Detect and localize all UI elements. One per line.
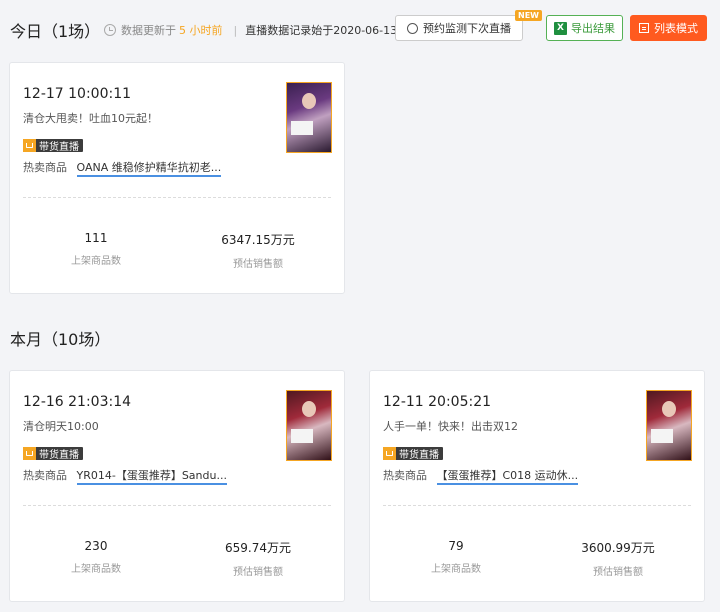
export-label: 导出结果 <box>571 22 615 35</box>
sales-stat: 659.74万元 预估销售额 <box>178 539 338 578</box>
info-separator: | <box>233 23 238 37</box>
goods-count-label: 上架商品数 <box>71 564 121 575</box>
hot-product-row: 热卖商品 YR014-【蛋蛋推荐】Sandu... <box>23 467 227 485</box>
list-label: 列表模式 <box>654 22 698 35</box>
hot-product-row: 热卖商品 【蛋蛋推荐】C018 运动休... <box>383 467 579 485</box>
sales-stat: 6347.15万元 预估销售额 <box>178 231 338 270</box>
live-type-tag: 带货直播 <box>383 447 443 461</box>
goods-count-stat: 79 上架商品数 <box>376 539 536 575</box>
sales-stat: 3600.99万元 预估销售额 <box>538 539 698 578</box>
goods-count-value: 230 <box>84 539 108 553</box>
live-card[interactable]: 12-16 21:03:14 清仓明天10:00 带货直播 热卖商品 YR014… <box>9 370 345 602</box>
update-prefix: 数据更新于 <box>121 24 176 37</box>
list-mode-button[interactable]: 列表模式 <box>630 15 707 41</box>
sales-label: 预估销售额 <box>233 567 283 578</box>
live-type-tag: 带货直播 <box>23 139 83 153</box>
live-subtitle: 人手一单！快来！出击双12 <box>383 420 518 433</box>
toolbar: 数据更新于 5 小时前 | 直播数据记录始于2020-06-13 预约监测下次直… <box>0 10 720 42</box>
export-button[interactable]: X 导出结果 <box>546 15 623 41</box>
tag-label: 带货直播 <box>39 450 79 461</box>
live-cover-thumbnail[interactable] <box>286 82 332 153</box>
list-icon <box>639 23 649 33</box>
sales-label: 预估销售额 <box>593 567 643 578</box>
hot-label: 热卖商品 <box>23 161 67 174</box>
hot-product-link[interactable]: OANA 维稳修护精华抗初老... <box>76 161 222 177</box>
card-divider <box>383 505 691 506</box>
reserve-monitor-button[interactable]: 预约监测下次直播 <box>395 15 523 41</box>
hot-label: 热卖商品 <box>23 469 67 482</box>
live-card[interactable]: 12-17 10:00:11 清仓大甩卖！吐血10元起！ 带货直播 热卖商品 O… <box>9 62 345 294</box>
sales-label: 预估销售额 <box>233 259 283 270</box>
hot-product-link[interactable]: YR014-【蛋蛋推荐】Sandu... <box>76 469 227 485</box>
sales-value: 6347.15万元 <box>221 233 295 247</box>
live-time: 12-17 10:00:11 <box>23 86 132 102</box>
goods-count-stat: 111 上架商品数 <box>16 231 176 267</box>
hot-label: 热卖商品 <box>383 469 427 482</box>
reserve-label: 预约监测下次直播 <box>423 22 511 35</box>
sales-value: 659.74万元 <box>225 541 291 555</box>
tag-label: 带货直播 <box>399 450 439 461</box>
live-type-tag: 带货直播 <box>23 447 83 461</box>
live-subtitle: 清仓大甩卖！吐血10元起！ <box>23 112 158 125</box>
tag-label: 带货直播 <box>39 142 79 153</box>
update-info: 数据更新于 5 小时前 | 直播数据记录始于2020-06-13 <box>104 22 397 38</box>
goods-count-value: 79 <box>448 539 464 553</box>
live-time: 12-11 20:05:21 <box>383 394 492 410</box>
card-divider <box>23 505 331 506</box>
hot-product-link[interactable]: 【蛋蛋推荐】C018 运动休... <box>436 469 579 485</box>
sales-value: 3600.99万元 <box>581 541 655 555</box>
new-badge: NEW <box>515 10 542 21</box>
live-card[interactable]: 12-11 20:05:21 人手一单！快来！出击双12 带货直播 热卖商品 【… <box>369 370 705 602</box>
live-cover-thumbnail[interactable] <box>646 390 692 461</box>
excel-icon: X <box>554 21 567 35</box>
alarm-icon <box>407 22 418 34</box>
goods-count-stat: 230 上架商品数 <box>16 539 176 575</box>
goods-count-label: 上架商品数 <box>431 564 481 575</box>
live-time: 12-16 21:03:14 <box>23 394 132 410</box>
record-start: 直播数据记录始于2020-06-13 <box>245 24 398 37</box>
card-divider <box>23 197 331 198</box>
live-subtitle: 清仓明天10:00 <box>23 420 99 433</box>
month-section-title: 本月（10场） <box>10 330 111 349</box>
cart-icon <box>383 447 396 460</box>
clock-icon <box>104 24 116 36</box>
hot-product-row: 热卖商品 OANA 维稳修护精华抗初老... <box>23 159 222 177</box>
cart-icon <box>23 139 36 152</box>
update-time: 5 小时前 <box>179 24 223 37</box>
goods-count-value: 111 <box>84 231 108 245</box>
goods-count-label: 上架商品数 <box>71 256 121 267</box>
cart-icon <box>23 447 36 460</box>
live-cover-thumbnail[interactable] <box>286 390 332 461</box>
